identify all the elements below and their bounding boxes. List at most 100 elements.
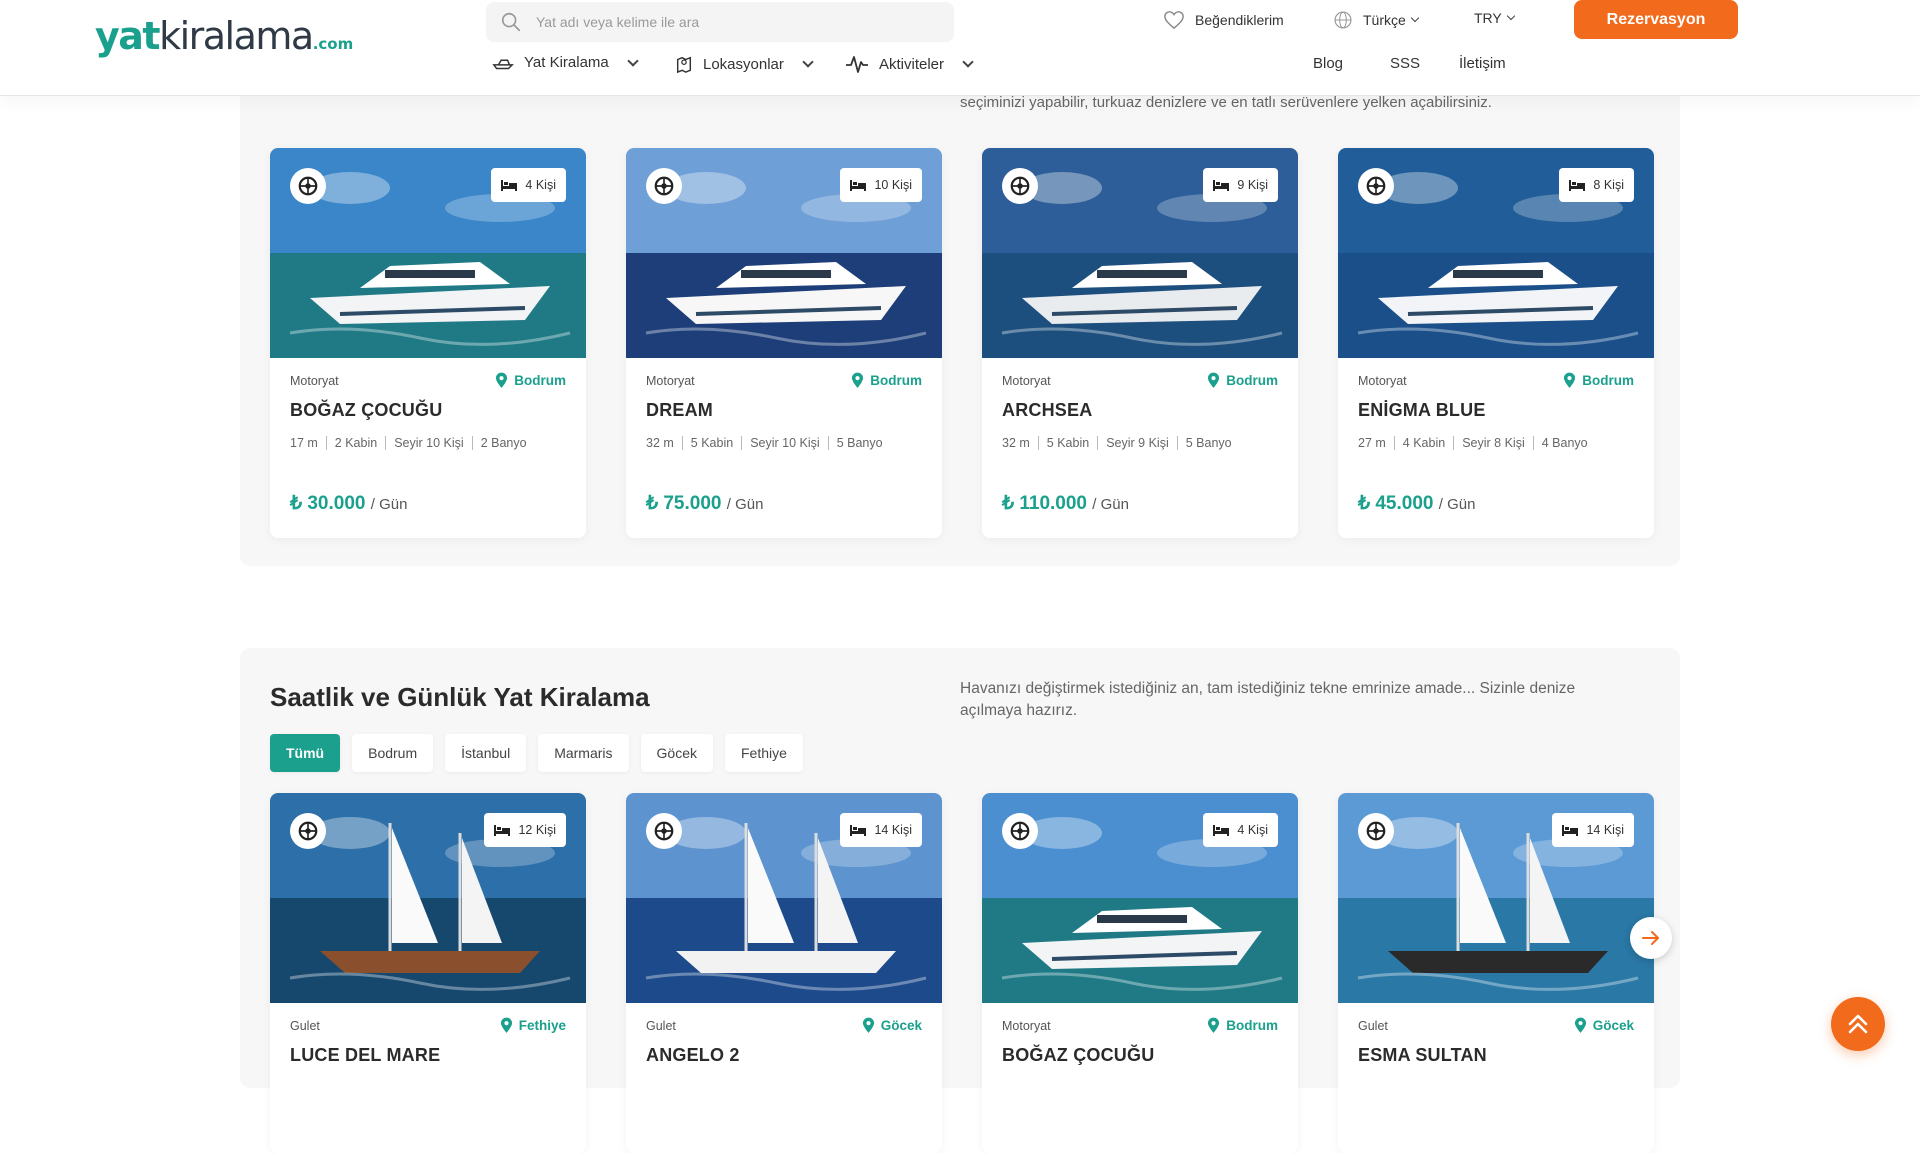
bed-icon: [1569, 180, 1586, 191]
yacht-name[interactable]: ESMA SULTAN: [1358, 1045, 1487, 1066]
site-header: yatkiralama.com Beğendiklerim Türkçe TRY…: [0, 0, 1920, 96]
filter-tab-istanbul[interactable]: İstanbul: [445, 734, 527, 772]
yacht-specs: 17 m 2 Kabin Seyir 10 Kişi 2 Banyo: [290, 436, 527, 450]
helm-icon: [1358, 168, 1394, 204]
yacht-image[interactable]: 12 Kişi: [270, 793, 586, 1003]
helm-icon: [1358, 813, 1394, 849]
nav-locations[interactable]: Lokasyonlar: [675, 54, 814, 74]
nav-contact[interactable]: İletişim: [1459, 55, 1506, 72]
price-unit: / Gün: [370, 496, 408, 513]
helm-icon: [1002, 813, 1038, 849]
language-selector[interactable]: Türkçe: [1333, 10, 1420, 30]
nav-blog[interactable]: Blog: [1313, 55, 1343, 72]
spec-item: 27 m: [1358, 436, 1386, 450]
site-logo[interactable]: yatkiralama.com: [95, 14, 353, 58]
yacht-location[interactable]: Bodrum: [495, 372, 566, 389]
location-pin-icon: [852, 372, 864, 388]
language-label: Türkçe: [1363, 12, 1406, 28]
yacht-image[interactable]: 14 Kişi: [1338, 793, 1654, 1003]
yacht-card[interactable]: 9 Kişi Motoryat Bodrum ARCHSEA 32 m 5 Kab…: [982, 148, 1298, 538]
capacity-badge: 4 Kişi: [1203, 813, 1278, 847]
chevron-down-icon: [802, 56, 814, 68]
yacht-name[interactable]: ANGELO 2: [646, 1045, 740, 1066]
yacht-location[interactable]: Fethiye: [500, 1017, 566, 1034]
yacht-card[interactable]: 10 Kişi Motoryat Bodrum DREAM 32 m 5 Kabi…: [626, 148, 942, 538]
yacht-location[interactable]: Bodrum: [1563, 372, 1634, 389]
nav-faq[interactable]: SSS: [1390, 55, 1420, 72]
currency-selector[interactable]: TRY: [1474, 10, 1515, 26]
spec-item: Seyir 8 Kişi: [1462, 436, 1525, 450]
yacht-location[interactable]: Göcek: [862, 1017, 922, 1034]
filter-tab-bodrum[interactable]: Bodrum: [352, 734, 434, 772]
yacht-name[interactable]: BOĞAZ ÇOCUĞU: [290, 400, 442, 421]
yacht-image[interactable]: 8 Kişi: [1338, 148, 1654, 358]
location-label: Bodrum: [514, 373, 566, 388]
yacht-location[interactable]: Bodrum: [851, 372, 922, 389]
location-pin-icon: [1574, 1017, 1586, 1033]
location-pin-icon: [500, 1017, 512, 1033]
map-icon: [676, 56, 692, 74]
yacht-card[interactable]: 8 Kişi Motoryat Bodrum ENİGMA BLUE 27 m 4…: [1338, 148, 1654, 538]
location-filter-tabs: Tümü Bodrum İstanbul Marmaris Göcek Feth…: [270, 734, 803, 772]
yacht-image[interactable]: 10 Kişi: [626, 148, 942, 358]
bed-icon: [850, 180, 867, 191]
yacht-location[interactable]: Göcek: [1574, 1017, 1634, 1034]
helm-icon: [646, 813, 682, 849]
yacht-specs: 27 m 4 Kabin Seyir 8 Kişi 4 Banyo: [1358, 436, 1588, 450]
search-input[interactable]: [536, 14, 916, 30]
bed-icon: [1213, 180, 1230, 191]
search-icon: [501, 12, 521, 32]
filter-tab-marmaris[interactable]: Marmaris: [538, 734, 629, 772]
capacity-label: 14 Kişi: [1586, 823, 1624, 837]
location-pin-icon: [1208, 372, 1220, 388]
yacht-image[interactable]: 4 Kişi: [982, 793, 1298, 1003]
spec-separator: [741, 436, 743, 450]
yacht-card[interactable]: 14 Kişi Gulet Göcek ANGELO 2: [626, 793, 942, 1153]
capacity-badge: 12 Kişi: [484, 813, 566, 847]
yacht-card[interactable]: 14 Kişi Gulet Göcek ESMA SULTAN: [1338, 793, 1654, 1153]
nav-yacht-rental[interactable]: Yat Kiralama: [492, 54, 639, 71]
yacht-price: ₺ 75.000 / Gün: [646, 492, 763, 515]
spec-separator: [1453, 436, 1455, 450]
helm-icon: [290, 168, 326, 204]
yacht-name[interactable]: ARCHSEA: [1002, 400, 1092, 421]
yacht-type: Motoryat: [290, 374, 339, 388]
yacht-card[interactable]: 4 Kişi Motoryat Bodrum BOĞAZ ÇOCUĞU: [982, 793, 1298, 1153]
yacht-card[interactable]: 12 Kişi Gulet Fethiye LUCE DEL MARE: [270, 793, 586, 1153]
filter-tab-gocek[interactable]: Göcek: [640, 734, 713, 772]
nav-activities[interactable]: Aktiviteler: [845, 54, 974, 74]
filter-tab-fethiye[interactable]: Fethiye: [725, 734, 803, 772]
chevron-down-icon: [1410, 13, 1420, 23]
carousel-next-button[interactable]: [1630, 917, 1672, 959]
boat-icon: [492, 59, 514, 69]
yacht-image[interactable]: 4 Kişi: [270, 148, 586, 358]
yacht-specs: 32 m 5 Kabin Seyir 9 Kişi 5 Banyo: [1002, 436, 1232, 450]
yacht-name[interactable]: DREAM: [646, 400, 713, 421]
section-description: Havanızı değiştirmek istediğiniz an, tam…: [960, 680, 1576, 719]
bed-icon: [1562, 825, 1579, 836]
yacht-name[interactable]: ENİGMA BLUE: [1358, 400, 1486, 421]
bed-icon: [850, 825, 867, 836]
capacity-label: 12 Kişi: [518, 823, 556, 837]
scroll-to-top-button[interactable]: [1831, 997, 1885, 1051]
spec-item: 4 Banyo: [1541, 436, 1588, 450]
filter-tab-all[interactable]: Tümü: [270, 734, 341, 772]
yacht-name[interactable]: LUCE DEL MARE: [290, 1045, 440, 1066]
nav-locations-label: Lokasyonlar: [703, 55, 784, 73]
yacht-location[interactable]: Bodrum: [1207, 372, 1278, 389]
location-label: Göcek: [1592, 1018, 1634, 1033]
spec-separator: [385, 436, 387, 450]
spec-separator: [1037, 436, 1039, 450]
yacht-name[interactable]: BOĞAZ ÇOCUĞU: [1002, 1045, 1154, 1066]
price-value: ₺ 30.000: [290, 493, 366, 514]
price-unit: / Gün: [1438, 496, 1476, 513]
yacht-type: Motoryat: [1002, 1019, 1051, 1033]
reservation-button[interactable]: Rezervasyon: [1574, 0, 1738, 39]
yacht-image[interactable]: 9 Kişi: [982, 148, 1298, 358]
yacht-location[interactable]: Bodrum: [1207, 1017, 1278, 1034]
favorites-link[interactable]: Beğendiklerim: [1163, 10, 1284, 30]
yacht-image[interactable]: 14 Kişi: [626, 793, 942, 1003]
spec-item: 32 m: [1002, 436, 1030, 450]
yacht-card[interactable]: 4 Kişi Motoryat Bodrum BOĞAZ ÇOCUĞU 17 m…: [270, 148, 586, 538]
capacity-label: 9 Kişi: [1237, 178, 1268, 192]
